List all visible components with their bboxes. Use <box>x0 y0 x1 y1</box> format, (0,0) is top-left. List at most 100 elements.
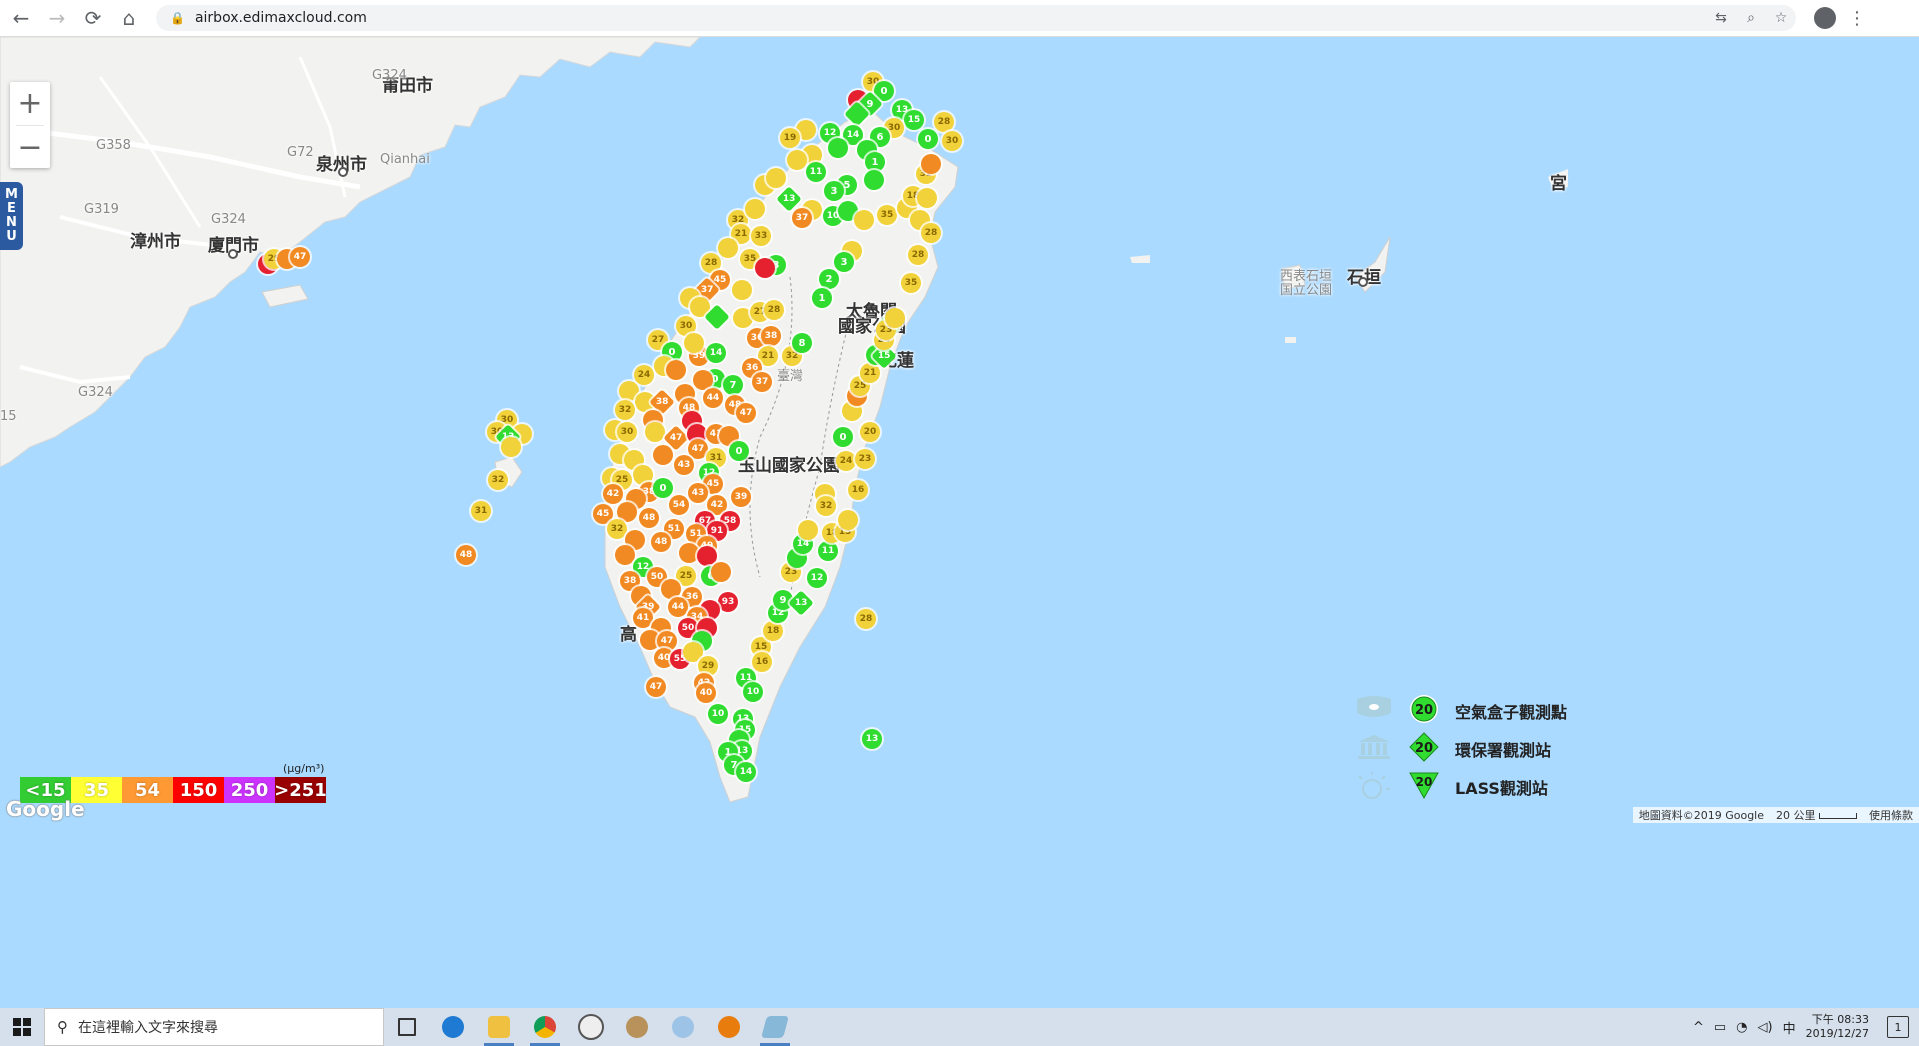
airbox-station-marker[interactable] <box>615 545 635 565</box>
airbox-station-marker[interactable]: 12 <box>807 568 827 588</box>
airbox-station-marker[interactable]: 40 <box>696 683 716 703</box>
airbox-station-marker[interactable]: 28 <box>908 245 928 265</box>
airbox-station-marker[interactable] <box>679 543 699 563</box>
airbox-station-marker[interactable]: 30 <box>942 131 962 151</box>
airbox-station-marker[interactable] <box>653 445 673 465</box>
airbox-station-marker[interactable]: 16 <box>848 480 868 500</box>
google-logo[interactable]: Google <box>6 797 85 821</box>
edge-browser-icon[interactable] <box>430 1008 476 1046</box>
airbox-station-marker[interactable]: 18 <box>763 621 783 641</box>
airbox-station-marker[interactable]: 11 <box>818 541 838 561</box>
airbox-station-marker[interactable]: 0 <box>918 129 938 149</box>
owl-app-icon[interactable] <box>614 1008 660 1046</box>
airbox-station-marker[interactable]: 38 <box>761 326 781 346</box>
airbox-station-marker[interactable]: 3 <box>824 181 844 201</box>
airbox-station-marker[interactable]: 42 <box>603 484 623 504</box>
airbox-station-marker[interactable] <box>711 562 731 582</box>
airbox-station-marker[interactable] <box>745 199 765 219</box>
zoom-icon[interactable]: ⌕ <box>1736 10 1766 26</box>
airbox-station-marker[interactable]: 35 <box>901 273 921 293</box>
airbox-station-marker[interactable]: 43 <box>688 483 708 503</box>
airbox-station-marker[interactable]: 28 <box>856 609 876 629</box>
airbox-station-marker[interactable]: 32 <box>816 496 836 516</box>
battery-icon[interactable]: ▭ <box>1714 1020 1726 1035</box>
airbox-station-marker[interactable]: 54 <box>669 495 689 515</box>
airbox-station-marker[interactable] <box>798 520 818 540</box>
airbox-station-marker[interactable]: 30 <box>617 422 637 442</box>
airbox-station-marker[interactable] <box>921 154 941 174</box>
airbox-station-marker[interactable]: 32 <box>615 400 635 420</box>
airbox-station-marker[interactable]: 32 <box>488 470 508 490</box>
zoom-out-button[interactable]: − <box>10 126 50 169</box>
back-icon[interactable]: ← <box>6 3 36 33</box>
airbox-station-marker[interactable] <box>718 238 738 258</box>
airbox-station-marker[interactable]: 31 <box>471 501 491 521</box>
airbox-station-marker[interactable] <box>645 422 665 442</box>
airbox-station-marker[interactable]: 37 <box>792 208 812 228</box>
airbox-station-marker[interactable]: 14 <box>736 762 756 782</box>
airbox-station-marker[interactable]: 35 <box>877 205 897 225</box>
airbox-station-marker[interactable]: 15 <box>904 110 924 130</box>
airbox-station-marker[interactable]: 48 <box>639 508 659 528</box>
airbox-station-marker[interactable]: 47 <box>736 403 756 423</box>
windows-start-icon[interactable] <box>0 1008 44 1046</box>
airbox-station-marker[interactable]: 48 <box>651 532 671 552</box>
airbox-station-marker[interactable] <box>666 360 686 380</box>
airbox-station-marker[interactable]: 8 <box>792 333 812 353</box>
profile-icon[interactable] <box>1814 7 1836 29</box>
compass-app-icon[interactable] <box>568 1008 614 1046</box>
airbox-station-marker[interactable]: 16 <box>752 652 772 672</box>
airbox-station-marker[interactable]: 28 <box>921 223 941 243</box>
chevron-up-icon[interactable]: ^ <box>1693 1020 1704 1035</box>
more-menu-icon[interactable]: ⋮ <box>1848 8 1866 29</box>
airbox-station-marker[interactable]: 23 <box>855 449 875 469</box>
airbox-station-marker[interactable]: 1 <box>812 288 832 308</box>
app-window-icon[interactable] <box>752 1008 798 1046</box>
task-view-icon[interactable] <box>384 1008 430 1046</box>
airbox-station-marker[interactable]: 47 <box>688 439 708 459</box>
airbox-station-marker[interactable] <box>787 150 807 170</box>
airbox-station-marker[interactable]: 0 <box>729 441 749 461</box>
airbox-station-marker[interactable]: 24 <box>634 365 654 385</box>
graph-app-icon[interactable] <box>660 1008 706 1046</box>
airbox-station-marker[interactable] <box>755 258 775 278</box>
airbox-station-marker[interactable] <box>854 210 874 230</box>
airbox-station-marker[interactable]: 93 <box>718 592 738 612</box>
airbox-station-marker[interactable]: 44 <box>668 597 688 617</box>
airbox-station-marker[interactable]: 24 <box>836 451 856 471</box>
airbox-station-marker[interactable]: 20 <box>860 422 880 442</box>
airbox-station-marker[interactable]: 2 <box>819 269 839 289</box>
airbox-station-marker[interactable] <box>885 308 905 328</box>
airbox-station-marker[interactable]: 19 <box>780 128 800 148</box>
airbox-station-marker[interactable] <box>864 170 884 190</box>
terms-link[interactable]: 使用條款 <box>1869 807 1913 823</box>
airbox-station-marker[interactable]: 32 <box>607 519 627 539</box>
bookmark-star-icon[interactable]: ☆ <box>1766 10 1796 26</box>
taskbar-search-box[interactable]: ⚲ 在這裡輸入文字來搜尋 <box>44 1008 384 1046</box>
airbox-station-marker[interactable]: 3 <box>834 252 854 272</box>
airbox-station-marker[interactable]: 10 <box>708 704 728 724</box>
airbox-station-marker[interactable] <box>838 510 858 530</box>
file-explorer-icon[interactable] <box>476 1008 522 1046</box>
airbox-station-marker[interactable]: 43 <box>674 455 694 475</box>
airbox-station-marker[interactable]: 44 <box>703 388 723 408</box>
zoom-in-button[interactable]: + <box>10 82 50 125</box>
map-data-credit[interactable]: 地圖資料©2019 Google <box>1639 807 1764 823</box>
airbox-station-marker[interactable]: 39 <box>731 487 751 507</box>
airbox-station-marker[interactable]: 47 <box>646 677 666 697</box>
taskbar-clock[interactable]: 下午 08:33 2019/12/27 <box>1806 1013 1869 1041</box>
airbox-station-marker[interactable]: 0 <box>653 478 673 498</box>
menu-tab[interactable]: M E N U <box>0 182 23 250</box>
airbox-station-marker[interactable]: 7 <box>723 375 743 395</box>
airbox-station-marker[interactable]: 10 <box>743 682 763 702</box>
ime-indicator[interactable]: 中 <box>1783 1018 1796 1037</box>
airbox-station-marker[interactable] <box>661 579 681 599</box>
address-bar[interactable]: 🔒 airbox.edimaxcloud.com ⇆ ⌕ ☆ <box>156 5 1796 31</box>
home-icon[interactable]: ⌂ <box>114 3 144 33</box>
forward-icon[interactable]: → <box>42 3 72 33</box>
airbox-station-marker[interactable]: 11 <box>806 162 826 182</box>
airbox-station-marker[interactable] <box>917 188 937 208</box>
airbox-station-marker[interactable]: 1 <box>865 152 885 172</box>
volume-icon[interactable]: ◁) <box>1758 1020 1773 1035</box>
airbox-station-marker[interactable] <box>501 437 521 457</box>
